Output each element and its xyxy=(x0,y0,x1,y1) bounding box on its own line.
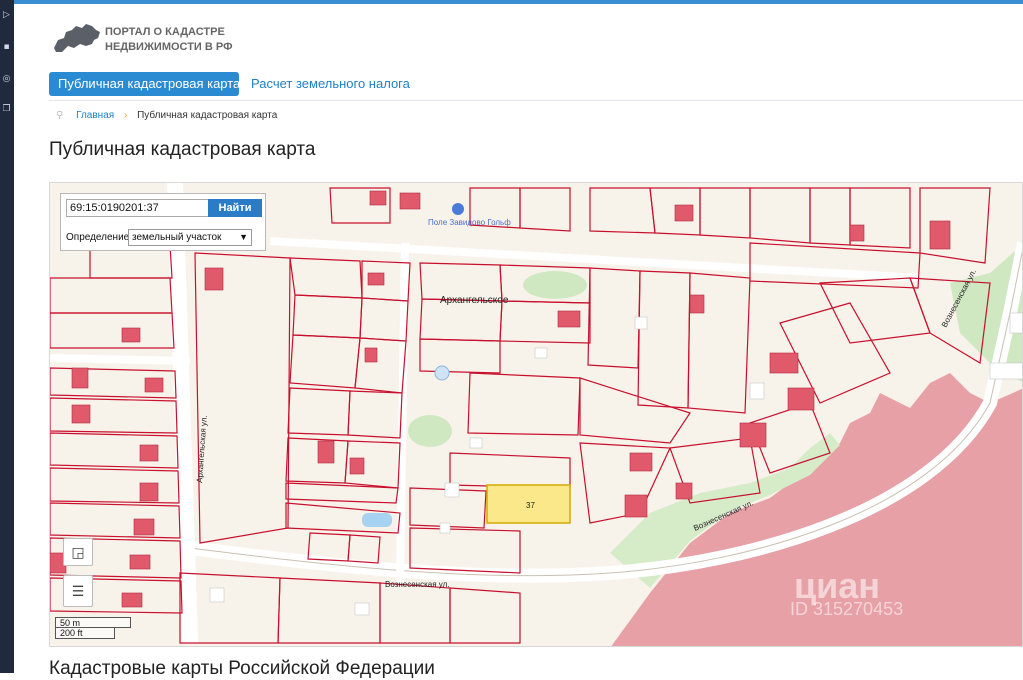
parcel-number: 37 xyxy=(526,501,535,510)
map-scale: 50 m 200 ft xyxy=(55,617,131,639)
golf-label: Поле Завидово Гольф xyxy=(428,218,511,227)
page-title: Публичная кадастровая карта xyxy=(49,139,316,160)
definition-select[interactable]: земельный участок ▼ xyxy=(128,229,252,246)
russia-map-icon xyxy=(54,24,100,52)
chevron-down-icon: ▼ xyxy=(239,232,248,242)
layers-button[interactable]: ☰ xyxy=(63,575,93,607)
breadcrumb-chevron-icon: › xyxy=(123,110,128,121)
browser-side-rail: ▷ ▪ ◎ ❐ xyxy=(0,0,14,673)
breadcrumb-home-link[interactable]: Главная xyxy=(76,110,114,121)
portal-title[interactable]: ПОРТАЛ О КАДАСТРЕ НЕДВИЖИМОСТИ В РФ xyxy=(105,25,232,55)
tab-public-cadastral-map[interactable]: Публичная кадастровая карта xyxy=(49,72,240,96)
scale-feet: 200 ft xyxy=(55,628,115,639)
golf-marker-icon[interactable] xyxy=(452,203,464,215)
location-pin-icon: ⚲ xyxy=(56,110,64,121)
find-button[interactable]: Найти xyxy=(208,199,262,217)
nav-divider xyxy=(49,100,1023,101)
layers-icon: ☰ xyxy=(71,583,85,599)
street-label-voznesenskaya: Вознесенская ул. xyxy=(385,580,450,589)
tab-land-tax-calc[interactable]: Расчет земельного налога xyxy=(251,72,410,96)
breadcrumb: ⚲ Главная › Публичная кадастровая карта xyxy=(56,110,277,121)
fullscreen-button[interactable]: ◲ xyxy=(63,538,93,566)
parcel-numbers: 37 xyxy=(526,501,535,510)
green-spot xyxy=(408,415,452,447)
pool xyxy=(362,513,392,527)
cadastral-number-input[interactable] xyxy=(66,199,210,217)
breadcrumb-current: Публичная кадастровая карта xyxy=(137,110,278,121)
play-icon[interactable]: ▷ xyxy=(1,10,12,21)
cadastral-map[interactable]: Архангельское Поле Завидово Гольф Арханг… xyxy=(49,182,1023,647)
road-arkhangelskaya xyxy=(167,183,198,644)
scale-meters: 50 m xyxy=(55,617,131,628)
camera-icon[interactable]: ◎ xyxy=(1,74,12,85)
road-west xyxy=(50,354,191,365)
village-label: Архангельское xyxy=(440,295,509,306)
section-heading: Кадастровые карты Российской Федерации xyxy=(49,658,435,679)
top-accent-bar xyxy=(14,0,1023,4)
pond xyxy=(434,365,450,381)
badge-icon[interactable]: ▪ xyxy=(1,42,12,53)
copy-icon[interactable]: ❐ xyxy=(1,104,12,115)
green-spot xyxy=(523,271,587,299)
street-label-arkhangelskaya: Архангельская ул. xyxy=(195,415,209,483)
fullscreen-icon: ◲ xyxy=(71,544,85,560)
search-panel: Найти Определение: земельный участок ▼ xyxy=(60,193,266,251)
definition-label: Определение: xyxy=(66,232,133,243)
watermark-id: ID 315270453 xyxy=(790,599,904,619)
road-north xyxy=(269,237,921,282)
